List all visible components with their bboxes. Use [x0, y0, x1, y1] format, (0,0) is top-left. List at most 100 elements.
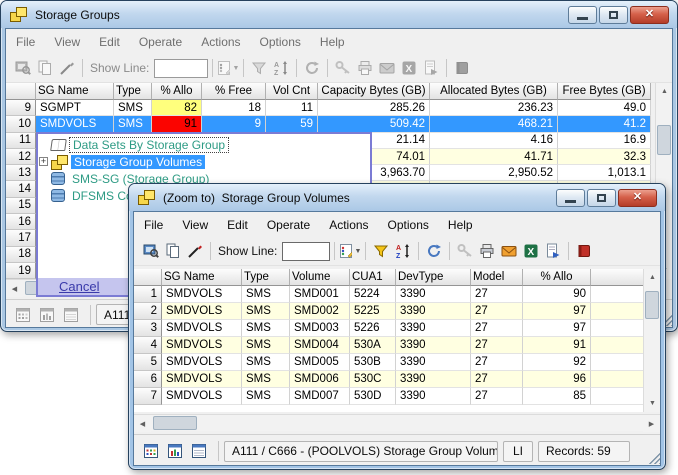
column-header[interactable]: DevType	[396, 269, 471, 286]
column-header[interactable]: SG Name	[36, 83, 114, 100]
maximize-button[interactable]	[599, 6, 628, 24]
maximize-button[interactable]	[587, 189, 616, 207]
vol-cnt-cell: 59	[266, 116, 318, 132]
menu-item-view[interactable]: View	[182, 218, 208, 232]
chart-view-icon[interactable]	[165, 441, 185, 461]
scroll-left-icon[interactable]: ◀	[134, 415, 151, 432]
scroll-thumb[interactable]	[657, 125, 671, 155]
key-icon[interactable]	[454, 240, 476, 262]
menu-item-options[interactable]: Options	[260, 35, 301, 49]
tree-item[interactable]: Data Sets By Storage Group	[38, 136, 370, 153]
edit-pen-icon[interactable]	[56, 57, 78, 79]
table-view-icon[interactable]	[12, 57, 34, 79]
table-row[interactable]: 10SMDVOLSSMS91959509.42468.2141.2	[6, 116, 651, 132]
table-row[interactable]: 9SGMPTSMS821811285.26236.2349.0	[6, 100, 651, 116]
menu-item-view[interactable]: View	[54, 35, 80, 49]
scroll-up-icon[interactable]: ▲	[656, 83, 673, 100]
table-row[interactable]: 2SMDVOLSSMSSMD002522533902797	[134, 303, 647, 320]
export-page-icon[interactable]	[542, 240, 564, 262]
tree-item-label: Data Sets By Storage Group	[70, 138, 228, 152]
menu-item-help[interactable]: Help	[320, 35, 345, 49]
table-row[interactable]: 7SMDVOLSSMSSMD007530D33902785	[134, 388, 647, 405]
column-header[interactable]: Model	[471, 269, 523, 286]
column-header[interactable]: Volume	[290, 269, 350, 286]
table-row[interactable]: 3SMDVOLSSMSSMD003522633902797	[134, 320, 647, 337]
scroll-thumb[interactable]	[645, 291, 659, 319]
refresh-icon[interactable]	[301, 57, 323, 79]
menu-item-file[interactable]: File	[16, 35, 35, 49]
table-row[interactable]: 6SMDVOLSSMSSMD006530C33902796	[134, 371, 647, 388]
horizontal-scrollbar[interactable]: ◀ ▶	[134, 414, 660, 431]
mail-icon[interactable]	[498, 240, 520, 262]
table-icon[interactable]	[189, 441, 209, 461]
scroll-thumb[interactable]	[153, 416, 197, 430]
column-header[interactable]: Free Bytes (GB)	[558, 83, 651, 100]
column-header[interactable]: Type	[242, 269, 290, 286]
menu-item-edit[interactable]: Edit	[99, 35, 120, 49]
mail-icon[interactable]	[376, 57, 398, 79]
menu-item-actions[interactable]: Actions	[201, 35, 240, 49]
menu-item-help[interactable]: Help	[448, 218, 473, 232]
export-excel-icon[interactable]: X	[520, 240, 542, 262]
column-header[interactable]: CUA1	[350, 269, 396, 286]
sort-az-icon[interactable]: AZ	[270, 57, 292, 79]
column-header[interactable]: % Allo	[152, 83, 202, 100]
column-header[interactable]: Type	[114, 83, 152, 100]
column-header[interactable]: SG Name	[162, 269, 242, 286]
help-book-icon[interactable]	[573, 240, 595, 262]
tree-item-label: Storage Group Volumes	[71, 155, 205, 169]
table-row[interactable]: 4SMDVOLSSMSSMD004530A33902791	[134, 337, 647, 354]
table-row[interactable]: 1SMDVOLSSMSSMD001522433902790	[134, 286, 647, 303]
scroll-down-icon[interactable]: ▼	[644, 395, 661, 412]
scroll-right-icon[interactable]: ▶	[643, 415, 660, 432]
tree-item[interactable]: + Storage Group Volumes	[38, 153, 370, 170]
copy-icon[interactable]	[34, 57, 56, 79]
chart-view-icon[interactable]	[37, 305, 57, 325]
grid-view-icon[interactable]	[141, 441, 161, 461]
filter-icon[interactable]	[248, 57, 270, 79]
scroll-up-icon[interactable]: ▲	[644, 269, 661, 286]
print-icon[interactable]	[354, 57, 376, 79]
menu-item-actions[interactable]: Actions	[329, 218, 368, 232]
menu-item-operate[interactable]: Operate	[267, 218, 310, 232]
minimize-button[interactable]	[556, 189, 585, 207]
title-bar[interactable]: Storage Groups ✕	[1, 1, 677, 28]
export-page-icon[interactable]	[420, 57, 442, 79]
sort-az-icon[interactable]: AZ	[392, 240, 414, 262]
column-header[interactable]: Allocated Bytes (GB)	[430, 83, 558, 100]
close-button[interactable]: ✕	[630, 6, 669, 24]
column-header[interactable]: % Allo	[523, 269, 591, 286]
show-line-input[interactable]	[154, 59, 208, 78]
menu-item-edit[interactable]: Edit	[227, 218, 248, 232]
export-excel-icon[interactable]: X	[398, 57, 420, 79]
menu-item-options[interactable]: Options	[388, 218, 429, 232]
show-line-input[interactable]	[282, 242, 330, 261]
expand-plus-icon[interactable]: +	[39, 157, 48, 166]
scroll-left-icon[interactable]: ◀	[6, 280, 23, 297]
refresh-icon[interactable]	[423, 240, 445, 262]
minimize-button[interactable]	[568, 6, 597, 24]
column-header[interactable]: Vol Cnt	[266, 83, 318, 100]
edit-pen-icon[interactable]	[184, 240, 206, 262]
close-button[interactable]: ✕	[618, 189, 657, 207]
title-bar[interactable]: (Zoom to) Storage Group Volumes ✕	[129, 184, 665, 211]
menu-item-operate[interactable]: Operate	[139, 35, 182, 49]
column-header[interactable]: % Free	[202, 83, 266, 100]
cua1-cell: 530C	[350, 371, 396, 388]
menu-item-file[interactable]: File	[144, 218, 163, 232]
table-view-icon[interactable]	[140, 240, 162, 262]
table-icon[interactable]	[61, 305, 81, 325]
print-icon[interactable]	[476, 240, 498, 262]
form-select-icon[interactable]: ▼	[217, 57, 239, 79]
help-book-icon[interactable]	[451, 57, 473, 79]
form-select-icon[interactable]: ▼	[339, 240, 361, 262]
column-header[interactable]: Capacity Bytes (GB)	[318, 83, 430, 100]
grid-view-icon[interactable]	[13, 305, 33, 325]
vertical-scrollbar[interactable]: ▲ ▼	[643, 269, 660, 412]
free-cell: 49.0	[558, 100, 651, 116]
key-icon[interactable]	[332, 57, 354, 79]
table-row[interactable]: 5SMDVOLSSMSSMD005530B33902792	[134, 354, 647, 371]
filter-icon[interactable]	[370, 240, 392, 262]
cancel-link[interactable]: Cancel	[59, 279, 99, 294]
copy-icon[interactable]	[162, 240, 184, 262]
